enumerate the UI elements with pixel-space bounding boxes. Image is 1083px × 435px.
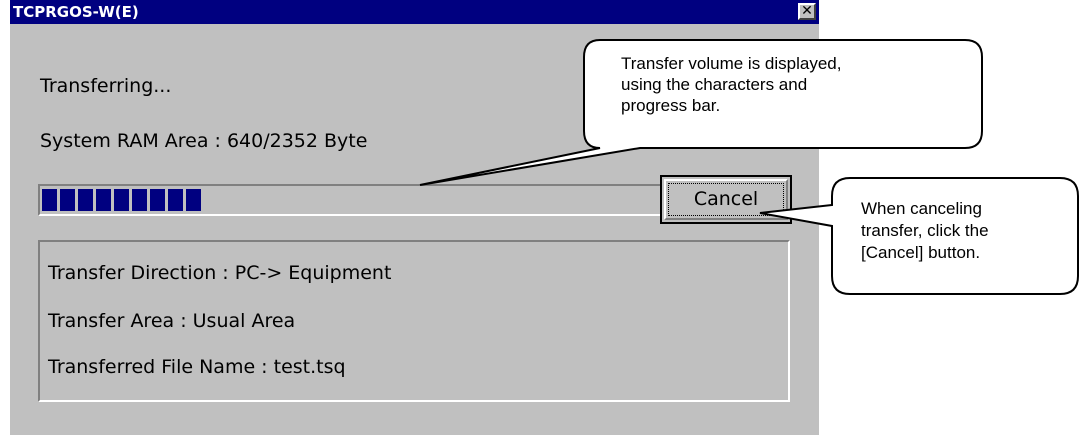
cancel-callout-text: When canceling transfer, click the [Canc… — [861, 198, 989, 264]
volume-callout-line1: Transfer volume is displayed, — [621, 54, 842, 73]
volume-callout-line2: using the characters and — [621, 75, 808, 94]
cancel-callout-line1: When canceling — [861, 199, 982, 218]
cancel-callout-line3: [Cancel] button. — [861, 243, 981, 262]
cancel-callout-line2: transfer, click the — [861, 221, 989, 240]
volume-callout-line3: progress bar. — [621, 96, 721, 115]
volume-callout-text: Transfer volume is displayed, using the … — [621, 53, 841, 116]
